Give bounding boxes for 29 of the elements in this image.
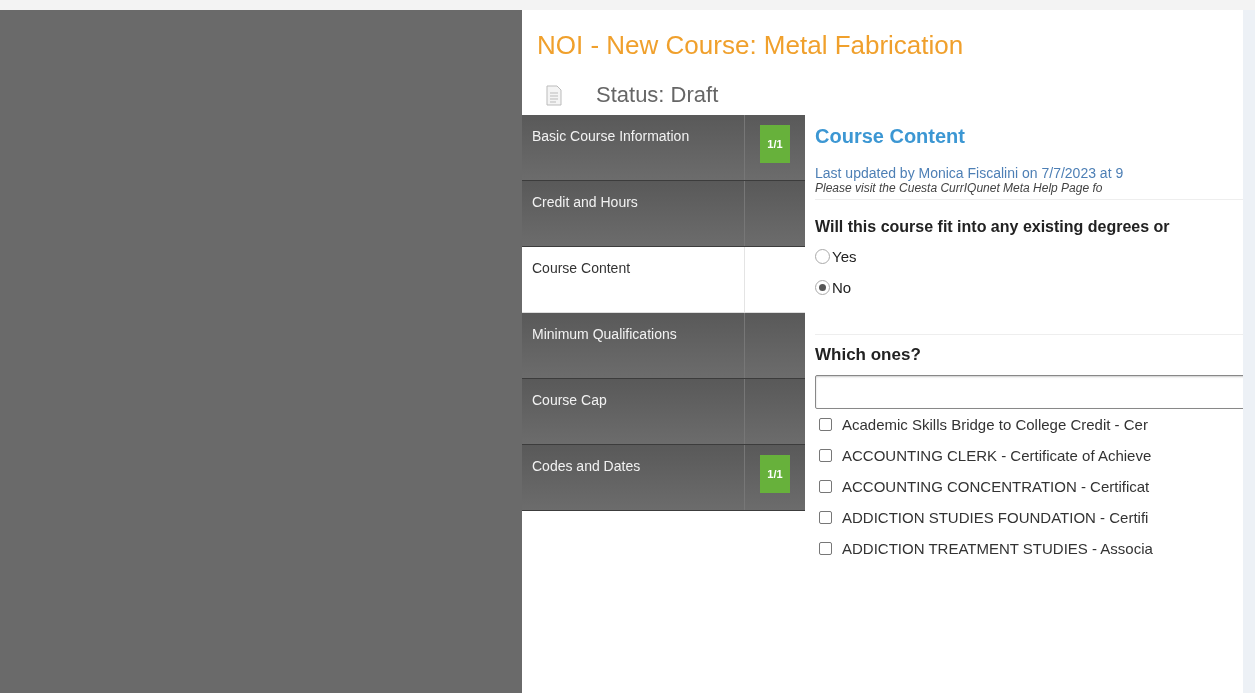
- sidebar-item[interactable]: Course Cap: [522, 379, 805, 445]
- question-text: Will this course fit into any existing degrees or: [815, 218, 1171, 236]
- checkbox[interactable]: [819, 542, 832, 555]
- sidebar-item[interactable]: Course Content: [522, 247, 805, 313]
- section-heading: Course Content: [815, 125, 966, 149]
- checkbox-label[interactable]: ADDICTION STUDIES FOUNDATION - Certifi: [842, 509, 1149, 526]
- checkbox[interactable]: [819, 511, 832, 524]
- radio-label[interactable]: No: [832, 278, 852, 296]
- sidebar-item[interactable]: Credit and Hours: [522, 181, 805, 247]
- document-icon: [546, 84, 562, 106]
- help-note: Please visit the Cuesta CurrIQunet Meta Help Page fo: [815, 181, 1243, 200]
- sidebar-item[interactable]: Codes and Dates 1/1: [522, 445, 805, 511]
- checkbox[interactable]: [819, 449, 832, 462]
- checkbox-label[interactable]: ACCOUNTING CLERK - Certificate of Achieve: [842, 447, 1152, 464]
- list-heading: Which ones?: [815, 334, 1243, 365]
- checkbox-label[interactable]: Academic Skills Bridge to College Credit - Cer: [842, 416, 1148, 433]
- checkbox[interactable]: [819, 480, 832, 493]
- checkbox[interactable]: [819, 418, 832, 431]
- page-title: NOI - New Course: Metal Fabrication: [536, 29, 965, 62]
- completion-badge: 1/1: [760, 125, 790, 163]
- checkbox-label[interactable]: ACCOUNTING CONCENTRATION - Certificat: [842, 478, 1150, 495]
- status-text: Status: Draft: [596, 82, 719, 108]
- filter-field[interactable]: [815, 375, 1243, 409]
- radio-label[interactable]: Yes: [832, 247, 857, 265]
- last-updated-text: Last updated by Monica Fiscalini on 7/7/2023 at 9: [815, 165, 1125, 181]
- completion-badge: 1/1: [760, 455, 790, 493]
- sidebar-item[interactable]: Minimum Qualifications: [522, 313, 805, 379]
- sidebar-item[interactable]: Basic Course Information 1/1: [522, 115, 805, 181]
- checkbox-label[interactable]: ADDICTION TREATMENT STUDIES - Associa: [842, 540, 1153, 557]
